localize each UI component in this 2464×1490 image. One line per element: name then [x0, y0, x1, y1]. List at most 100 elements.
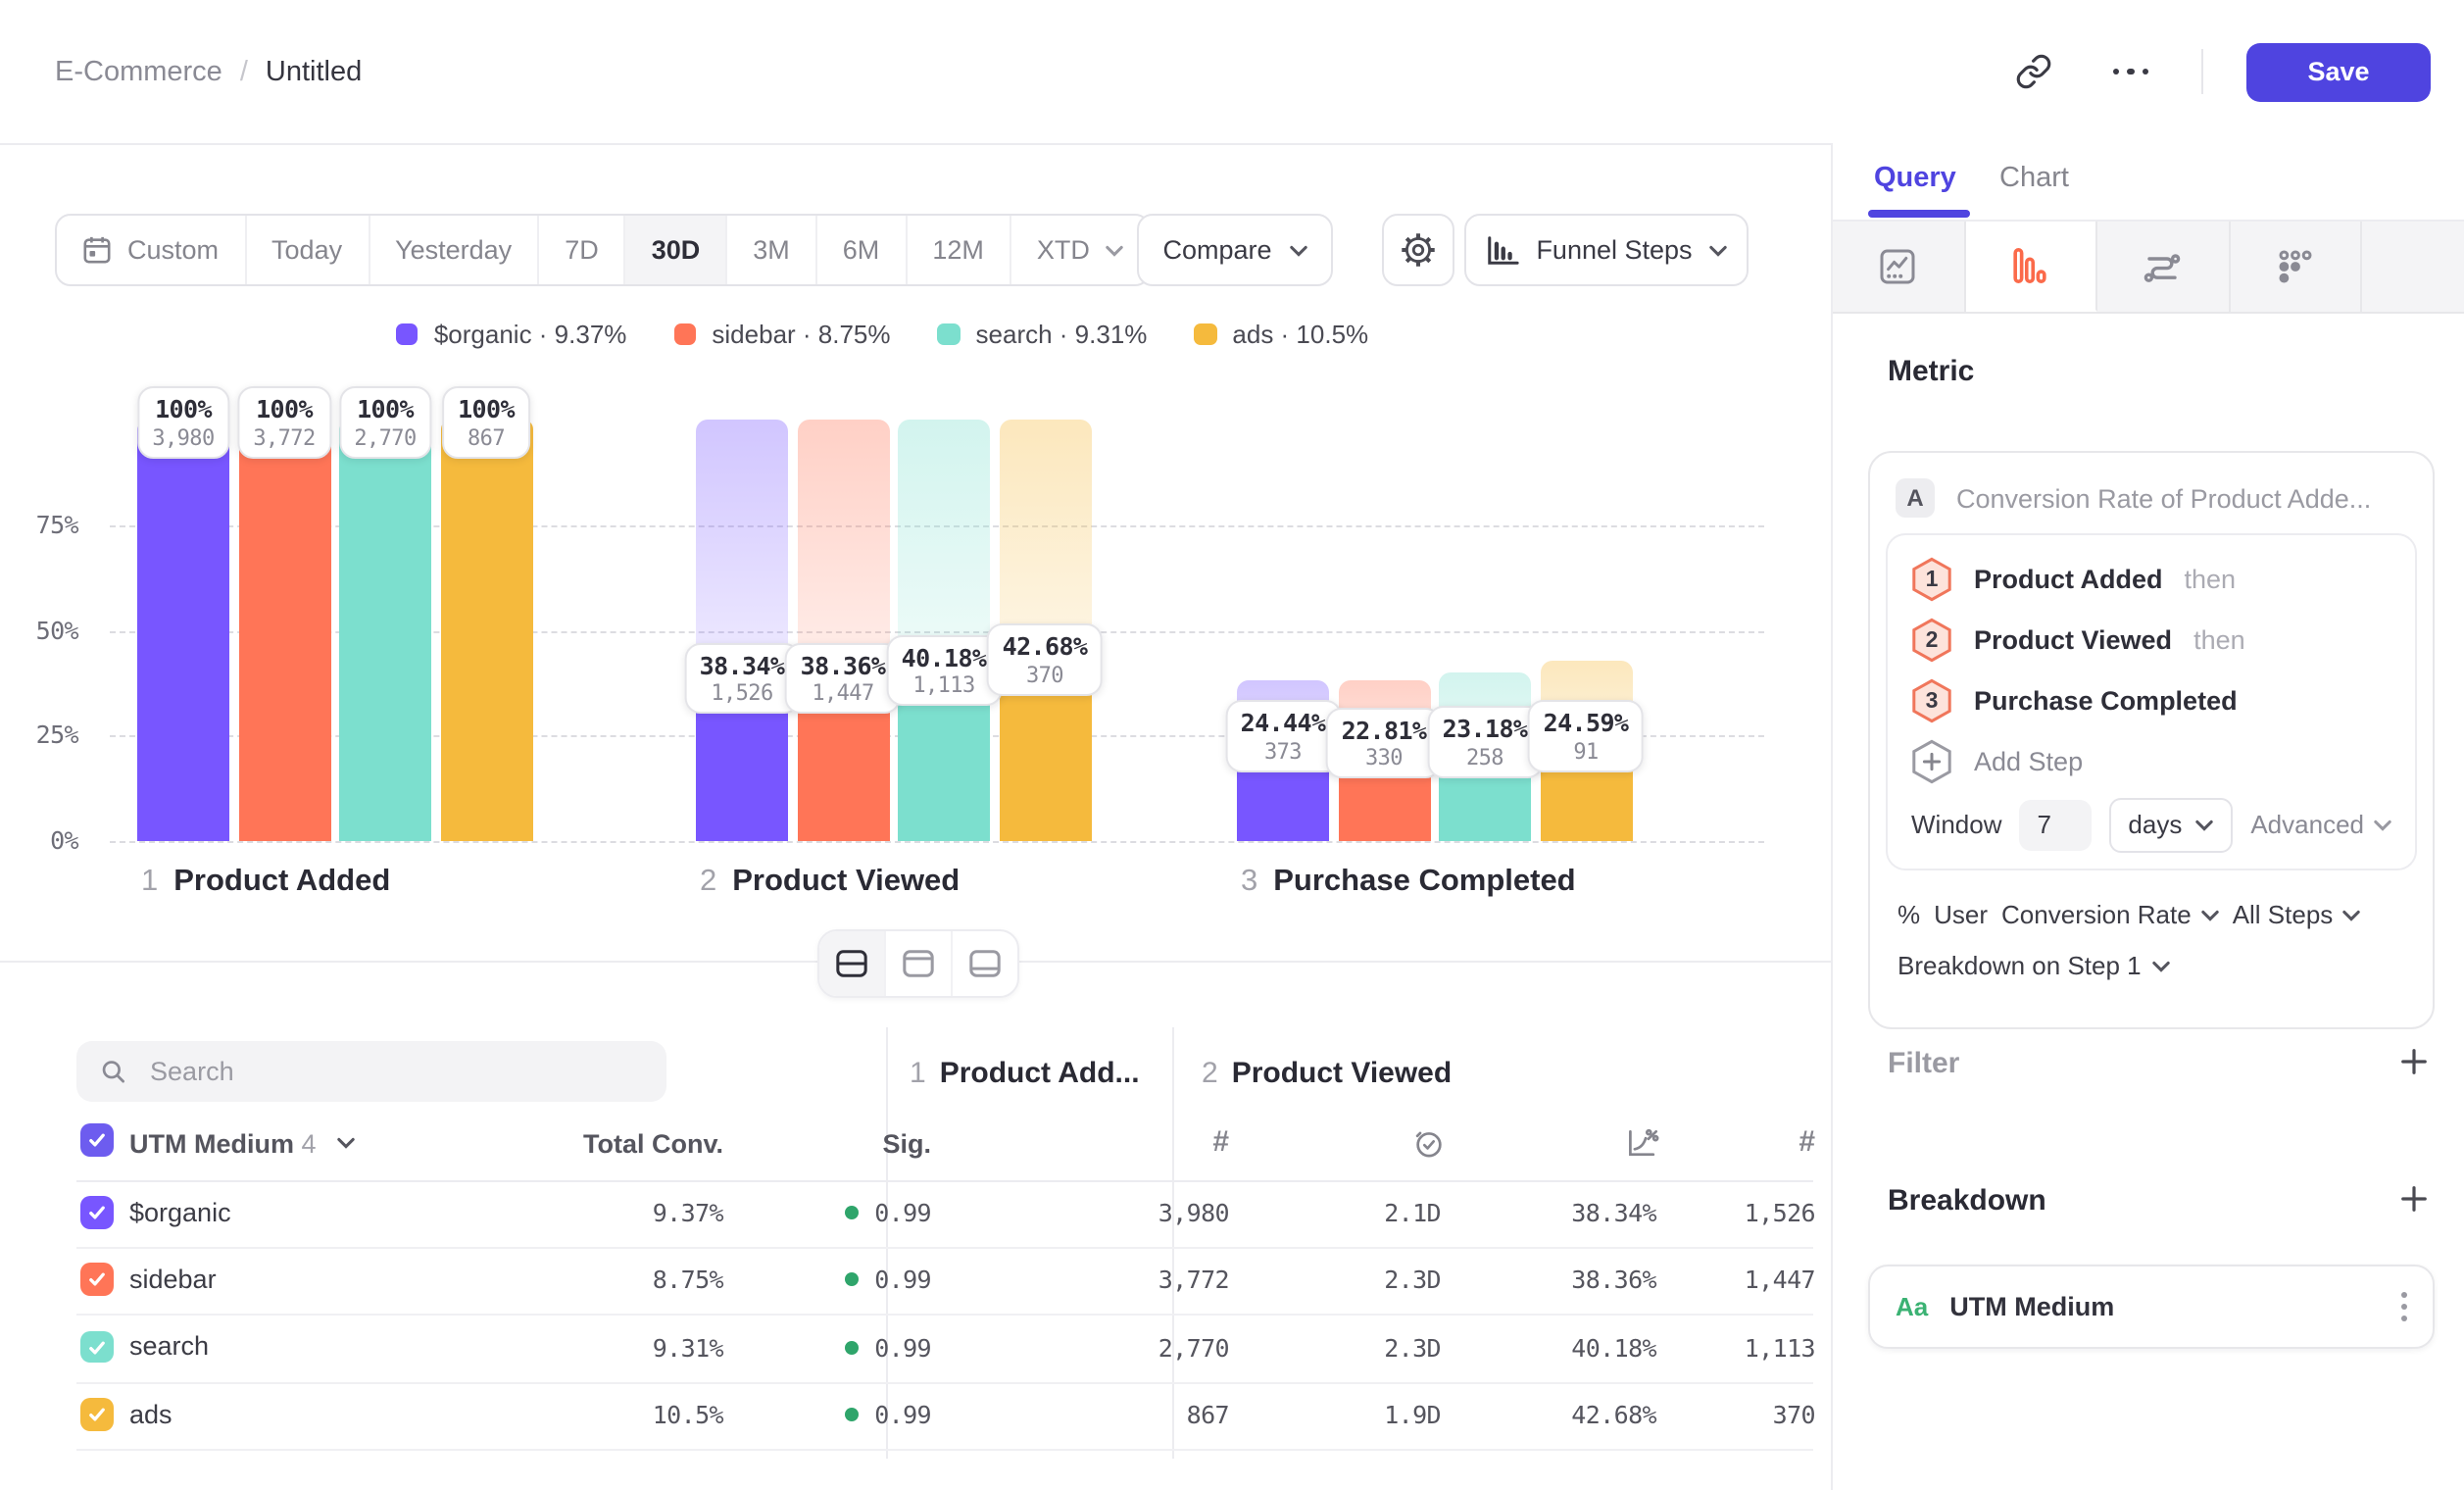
table-row[interactable]: search9.31%2,7702.3D40.18%1,1130.99	[76, 1315, 1813, 1384]
table-search[interactable]	[76, 1041, 666, 1102]
significance-dot	[845, 1408, 859, 1421]
breakdown-count: 4	[302, 1129, 317, 1159]
copy-link-icon[interactable]	[2005, 44, 2060, 99]
row-checkbox[interactable]	[80, 1331, 113, 1364]
layout-toggle-table-only[interactable]	[953, 931, 1017, 996]
string-type-icon: Aa	[1896, 1292, 1928, 1321]
add-step-button[interactable]: Add Step	[1911, 731, 2391, 792]
metric-step[interactable]: 3Purchase Completed	[1911, 670, 2391, 731]
funnel-bar[interactable]	[440, 420, 532, 841]
row-checkbox[interactable]	[80, 1196, 113, 1228]
metric-summary[interactable]: A Conversion Rate of Product Adde...	[1870, 453, 2433, 533]
metric-step[interactable]: 2Product Viewedthen	[1911, 610, 2391, 670]
row-checkbox[interactable]	[80, 1264, 113, 1296]
breakdown-column-header[interactable]: UTM Medium 4	[129, 1129, 317, 1159]
funnel-bar[interactable]	[238, 420, 330, 841]
layout-toggle-chart-only[interactable]	[886, 931, 953, 996]
measurement-select[interactable]: Conversion Rate	[2001, 900, 2219, 929]
query-panel: Query Chart	[1831, 143, 2464, 1490]
filter-section-heading: Filter	[1888, 1047, 1959, 1080]
time-to-convert-icon[interactable]	[1411, 1125, 1447, 1170]
breakdown-options-kebab[interactable]	[2401, 1292, 2407, 1321]
metric-formula: Conversion Rate of Product Adde...	[1956, 483, 2371, 513]
save-button[interactable]: Save	[2246, 42, 2431, 101]
significance-dot	[845, 1273, 859, 1287]
row-label: $organic	[129, 1197, 231, 1226]
table-row[interactable]: sidebar8.75%3,7722.3D38.36%1,4470.99	[76, 1247, 1813, 1316]
count-column-icon[interactable]: #	[1799, 1125, 1815, 1159]
cell-count: 1,447	[1745, 1266, 1815, 1295]
bar-value-label: 23.18%258	[1427, 706, 1544, 777]
funnel-bar[interactable]	[137, 420, 229, 841]
select-all-checkbox[interactable]	[80, 1123, 113, 1156]
bar-count: 1,113	[902, 672, 987, 698]
layout-toggle-split-view[interactable]	[819, 931, 886, 996]
counting-method[interactable]: User	[1934, 900, 1988, 929]
significance-dot	[845, 1341, 859, 1355]
plus-icon	[2398, 1046, 2428, 1075]
bar-pct: 24.44%	[1241, 709, 1326, 738]
metric-section-heading: Metric	[1888, 355, 1974, 388]
steps-scope-select[interactable]: All Steps	[2233, 900, 2361, 929]
chevron-down-icon	[2195, 819, 2213, 830]
step-suffix: then	[2185, 565, 2237, 594]
bar-value-label: 100%2,770	[338, 386, 431, 458]
tab-query[interactable]: Query	[1874, 163, 1956, 194]
metric-step[interactable]: 1Product Addedthen	[1911, 549, 2391, 610]
chevron-down-icon[interactable]	[337, 1137, 355, 1149]
window-value-input[interactable]: 7	[2020, 799, 2092, 850]
conversion-rate-icon[interactable]	[1625, 1125, 1660, 1170]
tab-retention-icon[interactable]	[2230, 222, 2362, 312]
search-input[interactable]	[146, 1055, 643, 1088]
percent-prefix: %	[1897, 900, 1920, 929]
total-conv-header[interactable]: Total Conv.	[583, 1129, 723, 1159]
cell-time: 2.3D	[1384, 1266, 1441, 1295]
bar-value-label: 24.44%373	[1225, 701, 1342, 772]
bar-pct: 100%	[152, 394, 214, 423]
cell-total: 9.31%	[653, 1333, 723, 1363]
cell-total: 9.37%	[653, 1198, 723, 1227]
step-number-hexagon: 2	[1911, 618, 1952, 663]
window-unit-select[interactable]: days	[2108, 797, 2233, 852]
tab-chart[interactable]: Chart	[1999, 163, 2069, 194]
breakdown-property-card[interactable]: Aa UTM Medium	[1868, 1265, 2435, 1349]
add-step-label: Add Step	[1974, 747, 2083, 776]
row-label: ads	[129, 1399, 172, 1428]
cell-total: 10.5%	[653, 1400, 723, 1429]
table-row[interactable]: $organic9.37%3,9802.1D38.34%1,5260.99	[76, 1179, 1813, 1249]
cell-sig: 0.99	[845, 1400, 931, 1429]
y-axis-tick: 0%	[0, 825, 78, 855]
bar-value-label: 38.36%1,447	[785, 642, 902, 714]
funnel-step-label: 2Product Viewed	[700, 865, 960, 900]
advanced-toggle[interactable]: Advanced	[2250, 810, 2391, 839]
bar-value-label: 38.34%1,526	[684, 642, 801, 714]
step-number: 2	[700, 865, 716, 900]
step-name: Purchase Completed	[1273, 865, 1575, 900]
more-menu-icon[interactable]	[2103, 44, 2158, 99]
cell-step1_count: 3,772	[1158, 1266, 1229, 1295]
cell-step1_count: 2,770	[1158, 1333, 1229, 1363]
tab-insights-icon[interactable]	[1833, 222, 1965, 312]
funnel-bar[interactable]	[339, 420, 431, 841]
breakdown-on-step-select[interactable]: Breakdown on Step 1	[1870, 929, 2433, 980]
cell-count: 1,526	[1745, 1198, 1815, 1227]
funnel-step-label: 1Product Added	[141, 865, 390, 900]
bar-count: 2,770	[354, 424, 416, 450]
count-column-icon[interactable]: #	[1212, 1125, 1229, 1159]
conversion-window-row: Window 7 days Advanced	[1911, 798, 2391, 851]
add-filter-button[interactable]	[2395, 1043, 2431, 1078]
advanced-label: Advanced	[2250, 810, 2364, 839]
bar-pct: 100%	[354, 394, 416, 423]
cell-total: 8.75%	[653, 1266, 723, 1295]
bar-pct: 38.36%	[801, 650, 886, 679]
table-row[interactable]: ads10.5%8671.9D42.68%3700.99	[76, 1381, 1813, 1451]
add-breakdown-button[interactable]	[2395, 1180, 2431, 1216]
metric-step-name: Product Added	[1974, 565, 2163, 594]
sig-header[interactable]: Sig.	[882, 1129, 931, 1159]
metric-step-name: Purchase Completed	[1974, 686, 2238, 716]
tab-flows-icon[interactable]	[2097, 222, 2230, 312]
bar-value-label: 24.59%91	[1528, 700, 1645, 771]
row-checkbox[interactable]	[80, 1398, 113, 1430]
tab-funnels-icon[interactable]	[1965, 222, 2097, 312]
bar-value-label: 42.68%370	[987, 623, 1104, 695]
